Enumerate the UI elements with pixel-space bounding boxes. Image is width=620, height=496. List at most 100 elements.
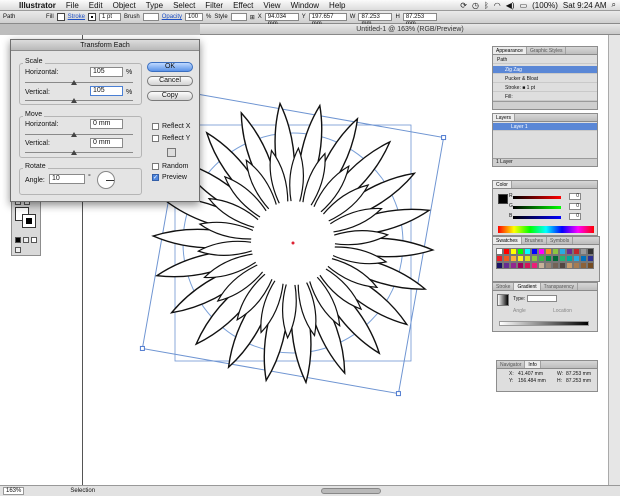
angle-field[interactable]: 10 [49,174,85,184]
stroke-weight-field[interactable]: 1 pt [99,13,122,21]
scale-horizontal-slider[interactable] [25,82,133,83]
screen-mode-icon[interactable] [15,247,21,253]
menu-help[interactable]: Help [324,1,350,10]
tab-transparency[interactable]: Transparency [541,283,579,290]
swatch-15[interactable] [503,255,510,262]
menu-type[interactable]: Type [141,1,168,10]
horizontal-scroll-thumb[interactable] [321,488,382,494]
scale-vertical-slider[interactable] [25,100,133,101]
move-horizontal-slider[interactable] [25,134,133,135]
swatch-39[interactable] [573,262,580,269]
color-g-slider[interactable] [513,206,561,209]
swatch-7[interactable] [545,248,552,255]
tab-swatches[interactable]: Swatches [493,237,522,244]
move-horizontal-thumb[interactable] [71,132,77,137]
move-vertical-slider[interactable] [25,152,133,153]
scale-vertical-field[interactable]: 105 [90,86,123,96]
stroke-box[interactable] [22,214,36,228]
color-spectrum[interactable] [498,226,594,233]
appearance-row-stroke[interactable]: Stroke: ■ 1 pt [493,84,597,92]
h-field[interactable]: 87.253 mm [402,13,437,27]
color-mode-icon[interactable] [15,237,21,243]
transform-icon[interactable]: ⊞ [250,14,255,21]
swatch-10[interactable] [566,248,573,255]
swatch-31[interactable] [517,262,524,269]
gradient-slider[interactable] [499,321,589,326]
brush-field[interactable] [142,13,159,21]
swatch-18[interactable] [524,255,531,262]
appearance-row-pucker[interactable]: Pucker & Bloat [493,75,597,83]
gradient-type-select[interactable] [527,295,557,302]
appearance-row-zigzag[interactable]: Zig Zag [493,66,597,74]
clock[interactable]: Sat 9:24 AM [563,1,607,10]
swatch-3[interactable] [517,248,524,255]
tab-layers[interactable]: Layers [493,114,516,121]
swatch-37[interactable] [559,262,566,269]
battery-icon[interactable]: ▭ [520,1,528,10]
swatch-1[interactable] [503,248,510,255]
stroke-label[interactable]: Stroke [68,14,85,20]
bluetooth-icon[interactable]: ᛒ [484,1,489,10]
vertical-scrollbar[interactable] [608,35,620,485]
color-stroke-swatch[interactable] [498,194,508,204]
menu-view[interactable]: View [258,1,285,10]
swatch-20[interactable] [538,255,545,262]
reflect-y-checkbox[interactable] [152,135,159,142]
stroke-swatch[interactable] [88,13,97,21]
swatch-21[interactable] [545,255,552,262]
tab-stroke[interactable]: Stroke [493,283,515,290]
swatch-17[interactable] [517,255,524,262]
tab-symbols[interactable]: Symbols [547,237,574,244]
swatch-32[interactable] [524,262,531,269]
none-mode-icon[interactable] [31,237,37,243]
swatch-6[interactable] [538,248,545,255]
tab-appearance[interactable]: Appearance [493,47,527,54]
color-g-value[interactable]: 0 [569,203,581,210]
swatch-4[interactable] [524,248,531,255]
timemachine-icon[interactable]: ◷ [472,1,479,10]
swatch-9[interactable] [559,248,566,255]
appearance-row-fill[interactable]: Fill: [493,93,597,101]
menu-filter[interactable]: Filter [200,1,228,10]
ok-button[interactable]: OK [147,62,193,72]
tab-info[interactable]: Info [525,361,541,368]
menu-window[interactable]: Window [286,1,324,10]
move-vertical-field[interactable]: 0 mm [90,138,123,148]
swatch-22[interactable] [552,255,559,262]
swatch-24[interactable] [566,255,573,262]
swatch-28[interactable] [496,262,503,269]
swatch-34[interactable] [538,262,545,269]
move-vertical-thumb[interactable] [71,150,77,155]
opacity-label[interactable]: Opacity [162,14,182,20]
color-b-value[interactable]: 0 [569,213,581,220]
menu-select[interactable]: Select [168,1,200,10]
x-field[interactable]: 94.034 mm [264,13,299,27]
opacity-field[interactable]: 100 [185,13,204,21]
fill-swatch[interactable] [56,13,65,21]
swatch-36[interactable] [552,262,559,269]
gradient-mode-icon[interactable] [23,237,29,243]
document-title-bar[interactable]: Untitled-1 @ 163% (RGB/Preview) [200,24,620,35]
swatch-26[interactable] [580,255,587,262]
swatch-8[interactable] [552,248,559,255]
color-r-slider[interactable] [513,196,561,199]
tab-navigator[interactable]: Navigator [497,361,526,368]
style-field[interactable] [230,13,247,21]
scale-horizontal-field[interactable]: 105 [90,67,123,77]
reflect-x-checkbox[interactable] [152,123,159,130]
swatch-25[interactable] [573,255,580,262]
swatch-35[interactable] [545,262,552,269]
dialog-title[interactable]: Transform Each [11,40,199,51]
menu-edit[interactable]: Edit [84,1,108,10]
wifi-icon[interactable]: ◠ [494,1,501,10]
app-menu[interactable]: Illustrator [14,1,61,10]
menu-file[interactable]: File [61,1,84,10]
menu-object[interactable]: Object [108,1,141,10]
swatch-38[interactable] [566,262,573,269]
cancel-button[interactable]: Cancel [147,76,193,86]
swatch-29[interactable] [503,262,510,269]
swatch-33[interactable] [531,262,538,269]
w-field[interactable]: 87.253 mm [358,13,393,27]
swatch-23[interactable] [559,255,566,262]
volume-icon[interactable]: ◀) [506,1,515,10]
